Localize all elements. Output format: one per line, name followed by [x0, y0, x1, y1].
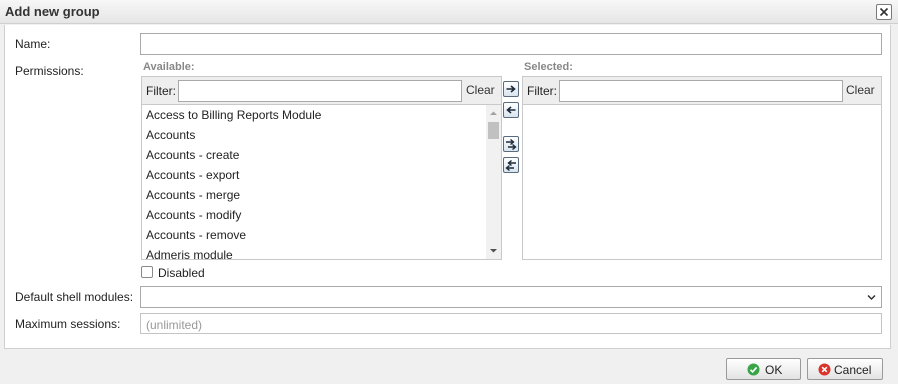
available-list-item[interactable]: Access to Billing Reports Module [142, 105, 486, 125]
selected-list[interactable] [523, 105, 881, 259]
cancel-button[interactable]: Cancel [807, 358, 883, 380]
available-list[interactable]: Access to Billing Reports Module Accounts… [142, 105, 486, 259]
scroll-down-icon[interactable] [489, 246, 498, 255]
available-filter-input[interactable] [178, 80, 462, 102]
selected-header: Selected: [524, 61, 573, 73]
disabled-checkbox[interactable] [141, 266, 153, 278]
close-icon [879, 7, 889, 17]
dialog-titlebar: Add new group [0, 0, 898, 24]
scroll-up-icon[interactable] [489, 109, 498, 118]
available-list-item[interactable]: Accounts - modify [142, 205, 486, 225]
available-header: Available: [143, 61, 195, 73]
available-list-item[interactable]: Accounts - export [142, 165, 486, 185]
move-left-icon [506, 106, 516, 114]
move-all-right-icon [506, 138, 517, 151]
check-circle-icon [747, 363, 760, 376]
cancel-label: Cancel [834, 363, 872, 377]
scrollbar-thumb[interactable] [488, 122, 499, 139]
disabled-label: Disabled [158, 266, 205, 280]
move-all-left-button[interactable] [503, 157, 519, 173]
selected-filter-bar: Filter: Clear [523, 77, 881, 105]
dialog-title: Add new group [5, 4, 100, 19]
chevron-down-icon [867, 294, 876, 301]
move-right-button[interactable] [503, 81, 519, 97]
name-input[interactable] [140, 33, 882, 55]
selected-filter-label: Filter: [527, 84, 557, 98]
available-scrollbar[interactable] [486, 105, 501, 259]
dialog-body: Name: Permissions: Available: Selected: … [4, 25, 891, 349]
move-left-button[interactable] [503, 102, 519, 118]
ok-button[interactable]: OK [726, 358, 801, 380]
available-filter-bar: Filter: Clear [142, 77, 501, 105]
selected-clear-button[interactable]: Clear [846, 83, 875, 97]
available-list-item[interactable]: Accounts [142, 125, 486, 145]
selected-list-box: Filter: Clear [522, 76, 882, 260]
available-list-item[interactable]: Admeris module [142, 245, 486, 259]
available-list-item[interactable]: Accounts - merge [142, 185, 486, 205]
max-sessions-input[interactable]: (unlimited) [140, 313, 882, 334]
close-button[interactable] [876, 4, 892, 20]
available-clear-button[interactable]: Clear [466, 83, 495, 97]
permissions-label: Permissions: [15, 64, 84, 78]
move-right-icon [506, 85, 516, 93]
move-all-right-button[interactable] [503, 136, 519, 152]
default-shell-select[interactable] [140, 286, 882, 308]
ok-label: OK [765, 363, 783, 377]
available-list-box: Filter: Clear Access to Billing Reports … [141, 76, 502, 260]
max-sessions-placeholder: (unlimited) [146, 318, 203, 332]
selected-filter-input[interactable] [559, 80, 843, 102]
cancel-circle-icon [818, 363, 831, 376]
available-filter-label: Filter: [146, 84, 176, 98]
available-list-item[interactable]: Accounts - remove [142, 225, 486, 245]
default-shell-label: Default shell modules: [15, 290, 134, 304]
move-all-left-icon [505, 159, 516, 172]
max-sessions-label: Maximum sessions: [15, 317, 121, 331]
available-list-item[interactable]: Accounts - create [142, 145, 486, 165]
name-label: Name: [15, 37, 51, 51]
